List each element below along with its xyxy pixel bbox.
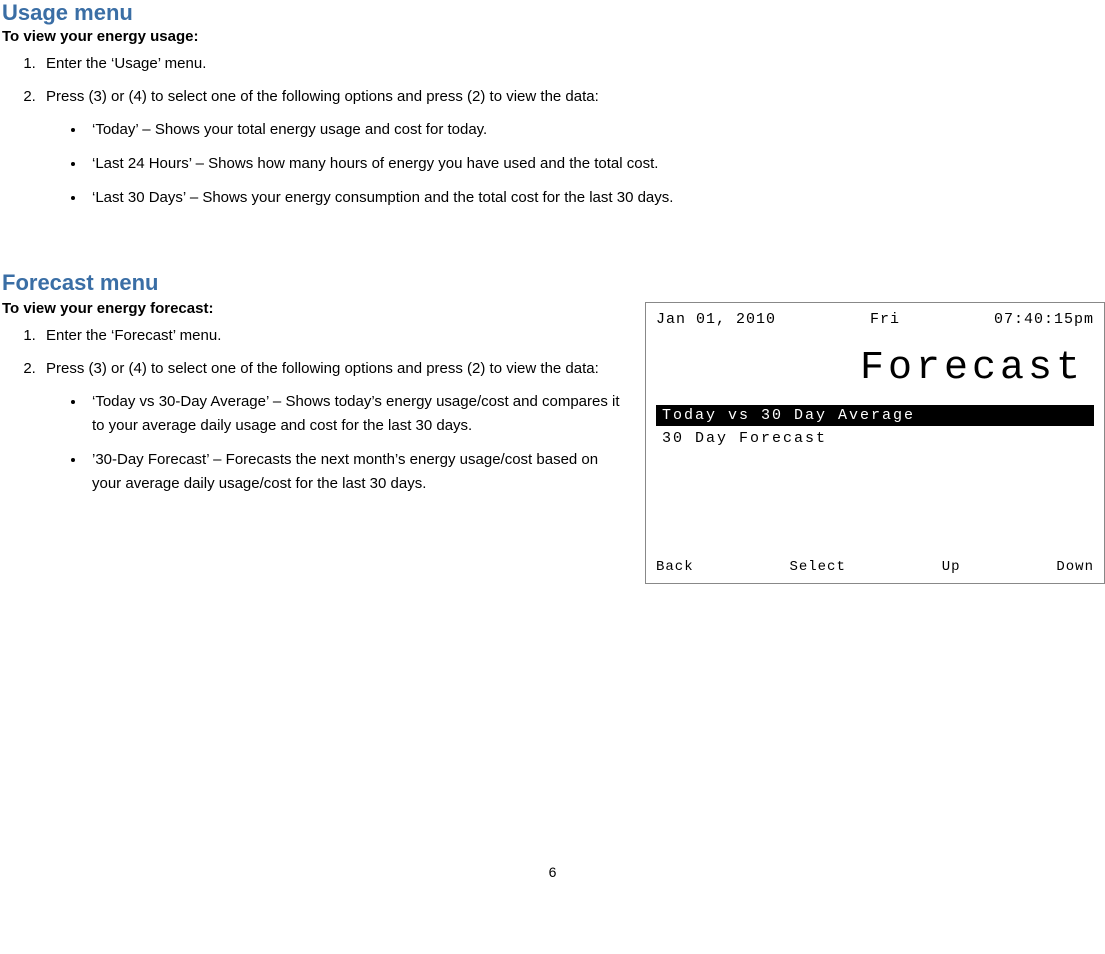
forecast-option-today-vs-30: ‘Today vs 30-Day Average’ – Shows today’… [86, 390, 625, 438]
usage-option-30d: ‘Last 30 Days’ – Shows your energy consu… [86, 186, 1105, 210]
forecast-step-1: Enter the ‘Forecast’ menu. [40, 325, 625, 348]
device-menu-today-vs-30[interactable]: Today vs 30 Day Average [656, 405, 1094, 426]
usage-step-2-text: Press (3) or (4) to select one of the fo… [46, 88, 599, 105]
device-date: Jan 01, 2010 [656, 311, 776, 328]
usage-subhead: To view your energy usage: [0, 28, 1105, 45]
softkey-back[interactable]: Back [656, 559, 694, 575]
device-title: Forecast [656, 346, 1084, 391]
forecast-step-2-text: Press (3) or (4) to select one of the fo… [46, 360, 599, 377]
forecast-subhead: To view your energy forecast: [0, 300, 625, 317]
softkey-down[interactable]: Down [1056, 559, 1094, 575]
softkey-select[interactable]: Select [789, 559, 845, 575]
usage-step-1: Enter the ‘Usage’ menu. [40, 53, 1105, 76]
usage-option-24h: ‘Last 24 Hours’ – Shows how many hours o… [86, 152, 1105, 176]
device-menu-30d-forecast[interactable]: 30 Day Forecast [656, 428, 1094, 449]
softkey-up[interactable]: Up [942, 559, 961, 575]
device-time: 07:40:15pm [994, 311, 1094, 328]
usage-step-2: Press (3) or (4) to select one of the fo… [40, 86, 1105, 211]
page-number: 6 [0, 864, 1105, 880]
usage-option-today: ‘Today’ – Shows your total energy usage … [86, 118, 1105, 142]
forecast-option-30d-forecast: ’30-Day Forecast’ – Forecasts the next m… [86, 448, 625, 496]
forecast-menu-heading: Forecast menu [0, 270, 1105, 296]
device-screenshot: Jan 01, 2010 Fri 07:40:15pm Forecast Tod… [645, 302, 1105, 584]
forecast-step-2: Press (3) or (4) to select one of the fo… [40, 358, 625, 497]
device-day: Fri [870, 311, 900, 328]
usage-menu-heading: Usage menu [0, 0, 1105, 26]
